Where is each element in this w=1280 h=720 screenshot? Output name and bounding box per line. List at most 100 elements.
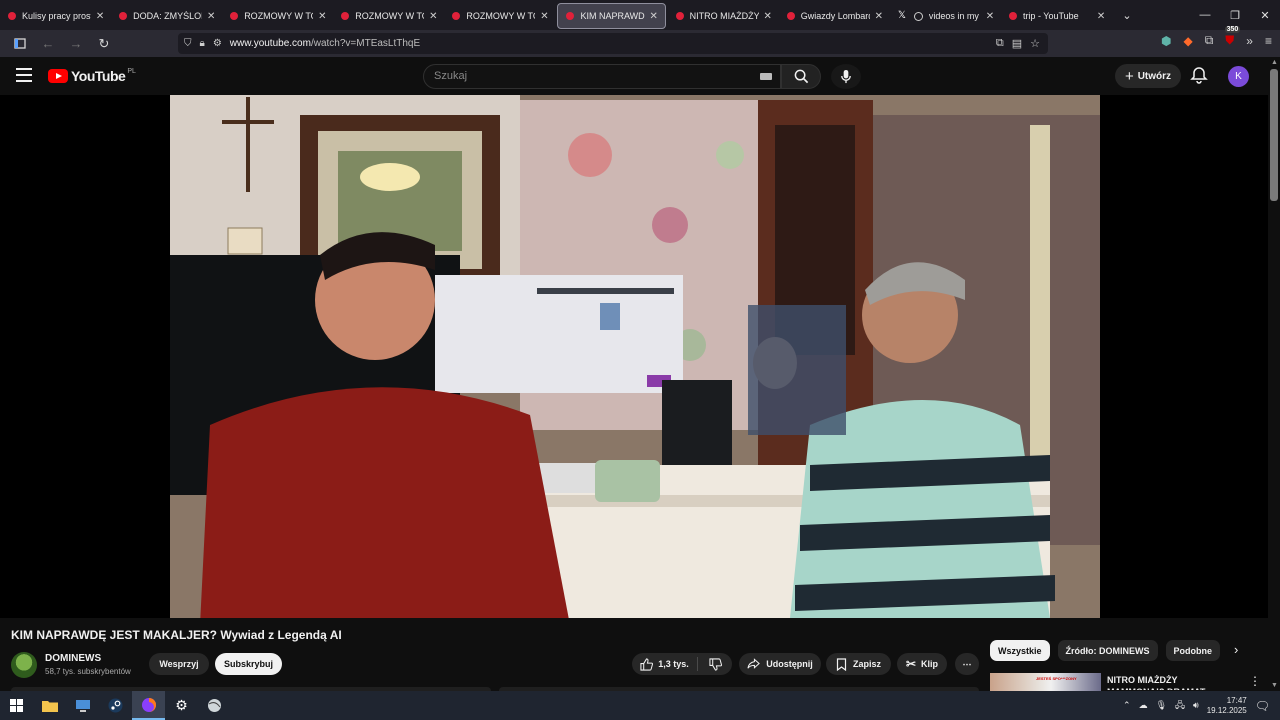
support-button[interactable]: Wesprzyj: [149, 653, 209, 675]
browser-tab[interactable]: Gwiazdy Lombardu: N✕: [779, 3, 890, 29]
video-player[interactable]: [170, 95, 1100, 618]
browser-tab[interactable]: ROZMOWY W TOKU✕: [222, 3, 333, 29]
subscribe-button[interactable]: Subskrybuj: [215, 653, 282, 675]
browser-tab-strip: Kulisy pracy prostytu✕ DODA: ZMYŚLONE Z✕…: [0, 0, 1280, 30]
notifications-bell-icon[interactable]: [1190, 66, 1210, 86]
create-button[interactable]: + Utwórz: [1115, 64, 1181, 88]
share-arrow-icon: [747, 658, 761, 669]
scroll-down-arrow-icon[interactable]: ▼: [1271, 682, 1278, 689]
close-tab-icon[interactable]: ✕: [1096, 11, 1106, 22]
vpn-shield-icon[interactable]: ⬢: [1161, 34, 1171, 48]
address-bar[interactable]: ⛉ 🔒︎ ⚙ www.youtube.com/watch?v=MTEasLtTh…: [178, 33, 1048, 54]
start-windows-icon[interactable]: [0, 691, 33, 720]
country-code: PL: [127, 67, 136, 75]
file-explorer-icon[interactable]: [33, 691, 66, 720]
youtube-logo[interactable]: YouTube PL: [48, 68, 136, 84]
voice-search-button[interactable]: [831, 64, 861, 89]
browser-tab[interactable]: DODA: ZMYŚLONE Z✕: [111, 3, 222, 29]
close-tab-icon[interactable]: ✕: [539, 11, 549, 22]
keyboard-icon[interactable]: [760, 73, 772, 80]
chip-source[interactable]: Źródło: DOMINEWS: [1057, 640, 1158, 661]
chip-similar[interactable]: Podobne: [1165, 640, 1221, 661]
search-placeholder: Szukaj: [434, 70, 468, 82]
close-tab-icon[interactable]: ✕: [649, 11, 659, 22]
settings-gear-icon[interactable]: ⚙: [165, 691, 198, 720]
close-tab-icon[interactable]: ✕: [985, 11, 995, 22]
save-button[interactable]: Zapisz: [826, 653, 891, 675]
chip-all[interactable]: Wszystkie: [990, 640, 1050, 661]
close-tab-icon[interactable]: ✕: [206, 11, 216, 22]
search-input[interactable]: Szukaj: [423, 64, 781, 89]
like-count: 1,3 tys.: [658, 659, 689, 669]
clock-date: 19.12.2025: [1206, 705, 1247, 715]
browser-tab[interactable]: Kulisy pracy prostytu✕: [0, 3, 111, 29]
pc-monitor-icon[interactable]: [66, 691, 99, 720]
url-host: www.youtube.com: [229, 38, 311, 49]
youtube-favicon-icon: [566, 12, 575, 20]
close-tab-icon[interactable]: ✕: [874, 11, 884, 22]
x-favicon-icon: 𝕏: [897, 10, 906, 21]
browser-tab[interactable]: ROZMOWY W TOKU✕: [444, 3, 555, 29]
volume-icon[interactable]: 🔊︎: [1193, 700, 1199, 711]
clock-time: 17:47: [1226, 695, 1247, 705]
search-icon: [794, 69, 808, 84]
app-sphere-icon[interactable]: [198, 691, 231, 720]
tray-expand-icon[interactable]: ⌃: [1123, 700, 1131, 711]
bookmark-star-icon[interactable]: ☆: [1030, 37, 1040, 50]
youtube-favicon-icon: [786, 12, 795, 20]
close-tab-icon[interactable]: ✕: [317, 11, 327, 22]
fox-extension-icon[interactable]: ◆: [1183, 34, 1192, 48]
dislike-button[interactable]: [698, 657, 732, 671]
firefox-icon[interactable]: [132, 691, 165, 720]
minimize-window-icon[interactable]: —: [1190, 9, 1220, 21]
extensions-icon[interactable]: ⧉: [1205, 33, 1214, 48]
hamburger-menu-icon[interactable]: [16, 68, 32, 82]
onedrive-cloud-icon[interactable]: ☁: [1139, 700, 1148, 711]
account-avatar[interactable]: K: [1228, 66, 1249, 87]
share-button[interactable]: Udostępnij: [739, 653, 821, 675]
more-actions-button[interactable]: ⋯: [955, 653, 979, 675]
recommendation-thumbnail[interactable]: JESTEŚ SPO***ZONY: [990, 673, 1101, 691]
ublock-icon[interactable]: ⛊ 350: [1224, 26, 1241, 48]
youtube-favicon-icon: [8, 12, 16, 20]
reader-view-icon[interactable]: ▤: [1012, 37, 1022, 50]
close-window-icon[interactable]: ✕: [1250, 9, 1280, 22]
channel-avatar[interactable]: [11, 652, 37, 678]
youtube-favicon-icon: [1008, 12, 1017, 20]
scroll-up-arrow-icon[interactable]: ▲: [1271, 59, 1278, 66]
recommendation-menu-icon[interactable]: ⋮: [1249, 674, 1261, 688]
video-frame: [170, 95, 1100, 618]
youtube-play-icon: [48, 69, 68, 83]
back-arrow-icon[interactable]: ←: [36, 32, 60, 56]
close-tab-icon[interactable]: ✕: [763, 11, 773, 22]
restore-window-icon[interactable]: ❐: [1220, 9, 1250, 22]
forward-arrow-icon[interactable]: →: [64, 32, 88, 56]
browser-tab[interactable]: ROZMOWY W TOKU✕: [333, 3, 444, 29]
picture-in-picture-icon[interactable]: ⧉: [996, 37, 1004, 50]
clip-button[interactable]: ✂ Klip: [897, 653, 947, 675]
search-button[interactable]: [781, 64, 821, 89]
browser-tab[interactable]: trip - YouTube ✕: [1001, 3, 1112, 29]
browser-tab[interactable]: 𝕏videos in my fold✕: [890, 3, 1001, 29]
overflow-chevrons-icon[interactable]: »: [1246, 34, 1253, 48]
reload-icon[interactable]: ↻: [92, 32, 116, 56]
list-tabs-icon[interactable]: ⌄: [1112, 9, 1142, 22]
network-icon[interactable]: 🖧: [1175, 698, 1185, 714]
page-scrollbar[interactable]: ▲ ▼: [1268, 57, 1280, 691]
app-menu-icon[interactable]: ≡: [1265, 34, 1272, 48]
close-tab-icon[interactable]: ✕: [428, 11, 438, 22]
browser-tab-active[interactable]: KIM NAPRAWDĘ JEST✕: [557, 3, 666, 29]
close-tab-icon[interactable]: ✕: [95, 11, 105, 22]
like-button[interactable]: 1,3 tys.: [632, 657, 698, 671]
scrollbar-thumb[interactable]: [1270, 69, 1278, 201]
microphone-tray-icon[interactable]: 🎙︎: [1156, 700, 1167, 711]
chips-next-chevron-icon[interactable]: ›: [1234, 642, 1238, 657]
recommendation-title[interactable]: NITRO MIAŻDŻY MAMMONA!? DRAMAT BRUCE DEB…: [1107, 674, 1237, 690]
channel-name[interactable]: DOMINEWS: [45, 653, 101, 664]
steam-icon[interactable]: [99, 691, 132, 720]
taskbar-clock[interactable]: 17:47 19.12.2025: [1207, 696, 1247, 716]
notifications-center-icon[interactable]: 🗨︎: [1255, 699, 1270, 713]
browser-tab[interactable]: NITRO MIAŻDŻY MA✕: [668, 3, 779, 29]
system-tray: ⌃ ☁ 🎙︎ 🖧 🔊︎ 17:47 19.12.2025 🗨︎: [1123, 691, 1280, 720]
sidebar-toggle-icon[interactable]: [8, 32, 32, 56]
